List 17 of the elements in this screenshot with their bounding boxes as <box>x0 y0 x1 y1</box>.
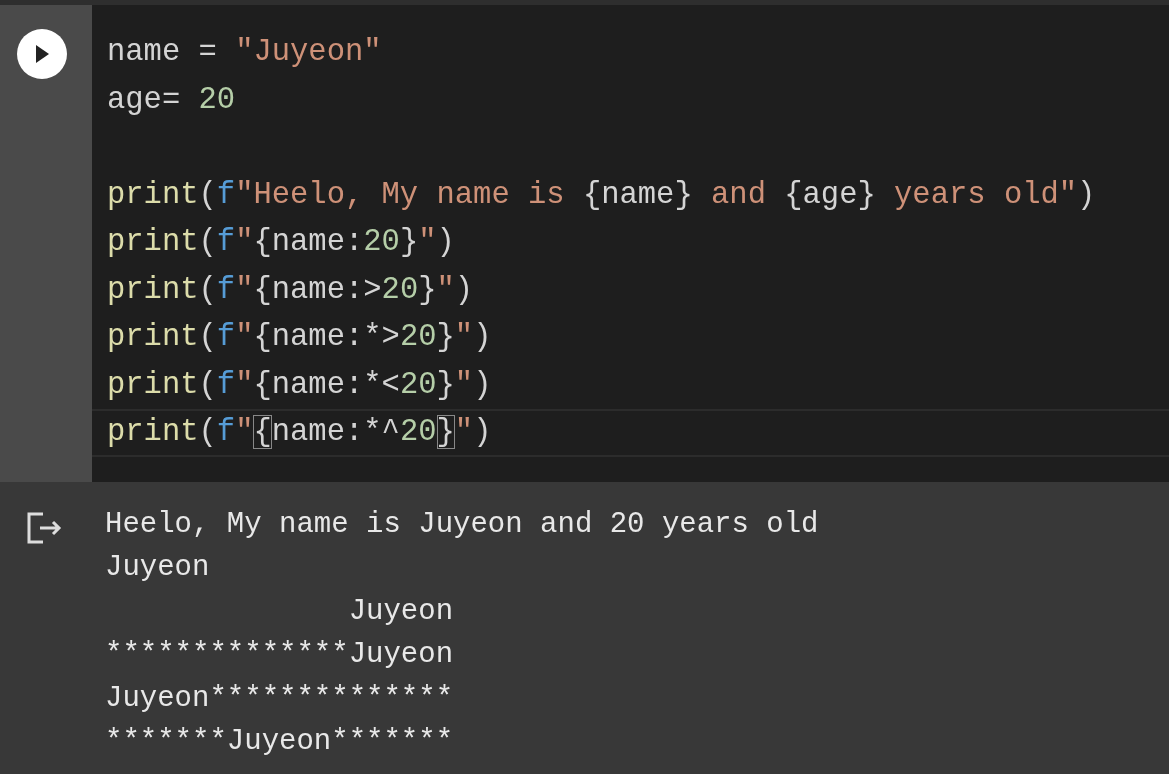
output-line: Juyeon <box>347 593 454 630</box>
run-button[interactable] <box>17 29 67 79</box>
play-icon <box>34 44 50 64</box>
code-line: print(f"{name:20}") <box>107 224 456 261</box>
output-line: *******Juyeon******* <box>105 724 454 760</box>
code-line: print(f"{name:*<20}") <box>107 366 493 404</box>
output-line: **************Juyeon <box>105 637 454 673</box>
output-icon <box>25 510 64 545</box>
code-line: age= 20 <box>107 81 237 119</box>
output-line: Heelo, My name is Juyeon and 20 years old <box>105 506 819 543</box>
code-line: name = "Juyeon" <box>107 34 383 71</box>
code-line: print(f"{name:*>20}") <box>107 319 493 356</box>
code-line: print(f"{name:*^20}") <box>92 409 1169 457</box>
code-line: print(f"{name:>20}") <box>107 271 475 309</box>
code-line: print(f"Heelo, My name is {name} and {age} years old") <box>107 176 1097 214</box>
output-line: Juyeon <box>105 550 210 586</box>
output-line: Juyeon************** <box>105 680 454 717</box>
